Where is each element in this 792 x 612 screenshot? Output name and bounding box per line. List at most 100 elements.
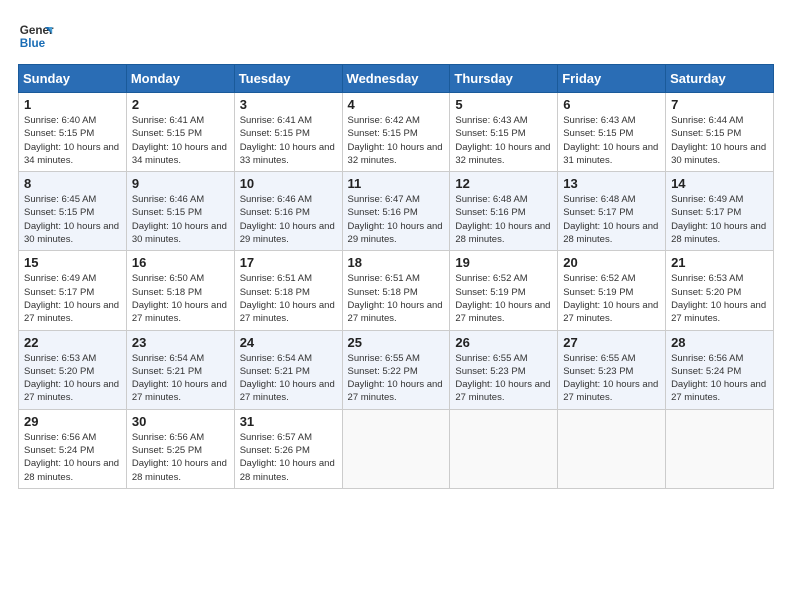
calendar-cell: 13 Sunrise: 6:48 AMSunset: 5:17 PMDayligh… xyxy=(558,172,666,251)
calendar-cell: 16 Sunrise: 6:50 AMSunset: 5:18 PMDayligh… xyxy=(126,251,234,330)
calendar-cell: 20Sunrise: 6:52 AMSunset: 5:19 PMDayligh… xyxy=(558,251,666,330)
calendar-cell: 28Sunrise: 6:56 AMSunset: 5:24 PMDayligh… xyxy=(666,330,774,409)
calendar-cell xyxy=(450,409,558,488)
calendar-cell: 26Sunrise: 6:55 AMSunset: 5:23 PMDayligh… xyxy=(450,330,558,409)
calendar-cell: 22 Sunrise: 6:53 AMSunset: 5:20 PMDayligh… xyxy=(19,330,127,409)
day-number: 29 xyxy=(24,414,122,429)
day-info: Sunrise: 6:45 AMSunset: 5:15 PMDaylight:… xyxy=(24,193,122,246)
calendar-cell: 10 Sunrise: 6:46 AMSunset: 5:16 PMDayligh… xyxy=(234,172,342,251)
day-info: Sunrise: 6:56 AMSunset: 5:24 PMDaylight:… xyxy=(24,431,122,484)
day-of-week-header: Friday xyxy=(558,65,666,93)
day-info: Sunrise: 6:48 AMSunset: 5:16 PMDaylight:… xyxy=(455,193,553,246)
day-number: 10 xyxy=(240,176,338,191)
day-info: Sunrise: 6:41 AMSunset: 5:15 PMDaylight:… xyxy=(240,114,338,167)
day-info: Sunrise: 6:46 AMSunset: 5:15 PMDaylight:… xyxy=(132,193,230,246)
logo: General Blue xyxy=(18,18,54,54)
day-number: 8 xyxy=(24,176,122,191)
day-number: 20 xyxy=(563,255,661,270)
day-info: Sunrise: 6:41 AMSunset: 5:15 PMDaylight:… xyxy=(132,114,230,167)
calendar-cell: 21Sunrise: 6:53 AMSunset: 5:20 PMDayligh… xyxy=(666,251,774,330)
calendar-cell: 17Sunrise: 6:51 AMSunset: 5:18 PMDayligh… xyxy=(234,251,342,330)
day-of-week-header: Saturday xyxy=(666,65,774,93)
day-number: 7 xyxy=(671,97,769,112)
day-info: Sunrise: 6:52 AMSunset: 5:19 PMDaylight:… xyxy=(455,272,553,325)
calendar-cell xyxy=(558,409,666,488)
day-number: 5 xyxy=(455,97,553,112)
calendar-cell: 3 Sunrise: 6:41 AMSunset: 5:15 PMDaylight… xyxy=(234,93,342,172)
day-number: 2 xyxy=(132,97,230,112)
logo-icon: General Blue xyxy=(18,18,54,54)
day-number: 25 xyxy=(348,335,446,350)
day-info: Sunrise: 6:49 AMSunset: 5:17 PMDaylight:… xyxy=(24,272,122,325)
day-info: Sunrise: 6:43 AMSunset: 5:15 PMDaylight:… xyxy=(455,114,553,167)
day-number: 27 xyxy=(563,335,661,350)
day-number: 11 xyxy=(348,176,446,191)
day-info: Sunrise: 6:55 AMSunset: 5:23 PMDaylight:… xyxy=(563,352,661,405)
day-info: Sunrise: 6:49 AMSunset: 5:17 PMDaylight:… xyxy=(671,193,769,246)
calendar-cell xyxy=(342,409,450,488)
days-of-week-row: SundayMondayTuesdayWednesdayThursdayFrid… xyxy=(19,65,774,93)
calendar-cell: 2 Sunrise: 6:41 AMSunset: 5:15 PMDaylight… xyxy=(126,93,234,172)
calendar-cell: 25 Sunrise: 6:55 AMSunset: 5:22 PMDayligh… xyxy=(342,330,450,409)
calendar-week-row: 1Sunrise: 6:40 AMSunset: 5:15 PMDaylight… xyxy=(19,93,774,172)
calendar-cell: 18Sunrise: 6:51 AMSunset: 5:18 PMDayligh… xyxy=(342,251,450,330)
day-number: 28 xyxy=(671,335,769,350)
day-number: 14 xyxy=(671,176,769,191)
calendar-cell: 19 Sunrise: 6:52 AMSunset: 5:19 PMDayligh… xyxy=(450,251,558,330)
calendar-cell: 30Sunrise: 6:56 AMSunset: 5:25 PMDayligh… xyxy=(126,409,234,488)
day-number: 21 xyxy=(671,255,769,270)
calendar-body: 1Sunrise: 6:40 AMSunset: 5:15 PMDaylight… xyxy=(19,93,774,489)
day-number: 16 xyxy=(132,255,230,270)
day-info: Sunrise: 6:43 AMSunset: 5:15 PMDaylight:… xyxy=(563,114,661,167)
calendar-week-row: 22 Sunrise: 6:53 AMSunset: 5:20 PMDayligh… xyxy=(19,330,774,409)
day-info: Sunrise: 6:55 AMSunset: 5:22 PMDaylight:… xyxy=(348,352,446,405)
day-number: 23 xyxy=(132,335,230,350)
day-number: 19 xyxy=(455,255,553,270)
calendar-cell: 12 Sunrise: 6:48 AMSunset: 5:16 PMDayligh… xyxy=(450,172,558,251)
calendar-week-row: 8 Sunrise: 6:45 AMSunset: 5:15 PMDaylight… xyxy=(19,172,774,251)
calendar-cell: 27 Sunrise: 6:55 AMSunset: 5:23 PMDayligh… xyxy=(558,330,666,409)
day-info: Sunrise: 6:48 AMSunset: 5:17 PMDaylight:… xyxy=(563,193,661,246)
day-info: Sunrise: 6:53 AMSunset: 5:20 PMDaylight:… xyxy=(24,352,122,405)
calendar-cell: 1Sunrise: 6:40 AMSunset: 5:15 PMDaylight… xyxy=(19,93,127,172)
day-of-week-header: Wednesday xyxy=(342,65,450,93)
calendar-cell: 24Sunrise: 6:54 AMSunset: 5:21 PMDayligh… xyxy=(234,330,342,409)
day-info: Sunrise: 6:51 AMSunset: 5:18 PMDaylight:… xyxy=(348,272,446,325)
calendar-cell: 9 Sunrise: 6:46 AMSunset: 5:15 PMDaylight… xyxy=(126,172,234,251)
day-info: Sunrise: 6:42 AMSunset: 5:15 PMDaylight:… xyxy=(348,114,446,167)
calendar-cell: 14 Sunrise: 6:49 AMSunset: 5:17 PMDayligh… xyxy=(666,172,774,251)
header: General Blue xyxy=(18,18,774,54)
day-of-week-header: Thursday xyxy=(450,65,558,93)
day-number: 12 xyxy=(455,176,553,191)
calendar-cell: 23 Sunrise: 6:54 AMSunset: 5:21 PMDayligh… xyxy=(126,330,234,409)
calendar-cell: 6Sunrise: 6:43 AMSunset: 5:15 PMDaylight… xyxy=(558,93,666,172)
day-number: 17 xyxy=(240,255,338,270)
day-number: 26 xyxy=(455,335,553,350)
calendar-cell: 29 Sunrise: 6:56 AMSunset: 5:24 PMDayligh… xyxy=(19,409,127,488)
calendar-cell: 7 Sunrise: 6:44 AMSunset: 5:15 PMDaylight… xyxy=(666,93,774,172)
calendar-week-row: 15Sunrise: 6:49 AMSunset: 5:17 PMDayligh… xyxy=(19,251,774,330)
day-of-week-header: Monday xyxy=(126,65,234,93)
calendar-cell: 11 Sunrise: 6:47 AMSunset: 5:16 PMDayligh… xyxy=(342,172,450,251)
day-info: Sunrise: 6:46 AMSunset: 5:16 PMDaylight:… xyxy=(240,193,338,246)
calendar-cell: 5 Sunrise: 6:43 AMSunset: 5:15 PMDaylight… xyxy=(450,93,558,172)
calendar-cell xyxy=(666,409,774,488)
day-number: 3 xyxy=(240,97,338,112)
day-of-week-header: Sunday xyxy=(19,65,127,93)
day-info: Sunrise: 6:50 AMSunset: 5:18 PMDaylight:… xyxy=(132,272,230,325)
day-info: Sunrise: 6:57 AMSunset: 5:26 PMDaylight:… xyxy=(240,431,338,484)
calendar-cell: 4Sunrise: 6:42 AMSunset: 5:15 PMDaylight… xyxy=(342,93,450,172)
calendar-table: SundayMondayTuesdayWednesdayThursdayFrid… xyxy=(18,64,774,489)
day-of-week-header: Tuesday xyxy=(234,65,342,93)
day-number: 9 xyxy=(132,176,230,191)
day-info: Sunrise: 6:47 AMSunset: 5:16 PMDaylight:… xyxy=(348,193,446,246)
day-info: Sunrise: 6:40 AMSunset: 5:15 PMDaylight:… xyxy=(24,114,122,167)
svg-text:Blue: Blue xyxy=(20,37,46,50)
day-info: Sunrise: 6:44 AMSunset: 5:15 PMDaylight:… xyxy=(671,114,769,167)
calendar-cell: 15Sunrise: 6:49 AMSunset: 5:17 PMDayligh… xyxy=(19,251,127,330)
day-number: 13 xyxy=(563,176,661,191)
day-number: 30 xyxy=(132,414,230,429)
day-number: 22 xyxy=(24,335,122,350)
page: General Blue SundayMondayTuesdayWednesda… xyxy=(0,0,792,612)
day-info: Sunrise: 6:54 AMSunset: 5:21 PMDaylight:… xyxy=(132,352,230,405)
